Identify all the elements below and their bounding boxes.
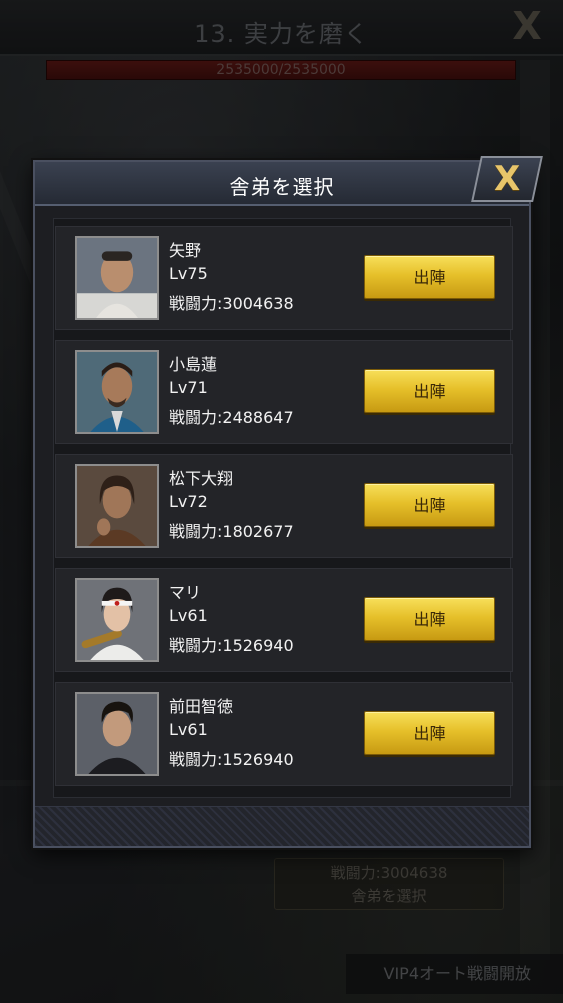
member-name: 小島蓮	[169, 355, 218, 374]
deploy-button[interactable]: 出陣	[364, 483, 495, 527]
portrait-avatar	[75, 236, 159, 320]
modal-close-button[interactable]: X	[471, 156, 543, 202]
member-card: 松下大翔 Lv72 戦闘力:1802677 出陣	[55, 454, 513, 558]
member-name: 矢野	[169, 241, 202, 260]
member-power: 戦闘力:2488647	[169, 408, 294, 427]
member-name: マリ	[169, 583, 202, 602]
member-level: Lv75	[169, 264, 208, 283]
portrait-avatar	[75, 464, 159, 548]
modal-title: 舎弟を選択	[229, 175, 335, 199]
member-level: Lv72	[169, 492, 208, 511]
member-level: Lv61	[169, 606, 208, 625]
member-card: 前田智徳 Lv61 戦闘力:1526940 出陣	[55, 682, 513, 786]
member-name: 松下大翔	[169, 469, 234, 488]
deploy-button[interactable]: 出陣	[364, 369, 495, 413]
member-card: 小島蓮 Lv71 戦闘力:2488647 出陣	[55, 340, 513, 444]
member-power: 戦闘力:1802677	[169, 522, 294, 541]
member-power: 戦闘力:1526940	[169, 636, 294, 655]
member-power: 戦闘力:3004638	[169, 294, 294, 313]
deploy-button[interactable]: 出陣	[364, 255, 495, 299]
portrait-avatar	[75, 692, 159, 776]
member-level: Lv61	[169, 720, 208, 739]
member-card: 矢野 Lv75 戦闘力:3004638 出陣	[55, 226, 513, 330]
member-level: Lv71	[169, 378, 208, 397]
member-card: マリ Lv61 戦闘力:1526940 出陣	[55, 568, 513, 672]
modal-footer	[35, 806, 529, 846]
member-power: 戦闘力:1526940	[169, 750, 294, 769]
modal-header: 舎弟を選択	[35, 162, 529, 206]
portrait-avatar	[75, 578, 159, 662]
deploy-button[interactable]: 出陣	[364, 597, 495, 641]
portrait-avatar	[75, 350, 159, 434]
select-brother-modal: 舎弟を選択 X 矢野 Lv75 戦闘力:3004638 出陣 小島蓮 Lv71 …	[33, 156, 543, 848]
x-icon: X	[493, 159, 521, 199]
deploy-button[interactable]: 出陣	[364, 711, 495, 755]
member-name: 前田智徳	[169, 697, 234, 716]
